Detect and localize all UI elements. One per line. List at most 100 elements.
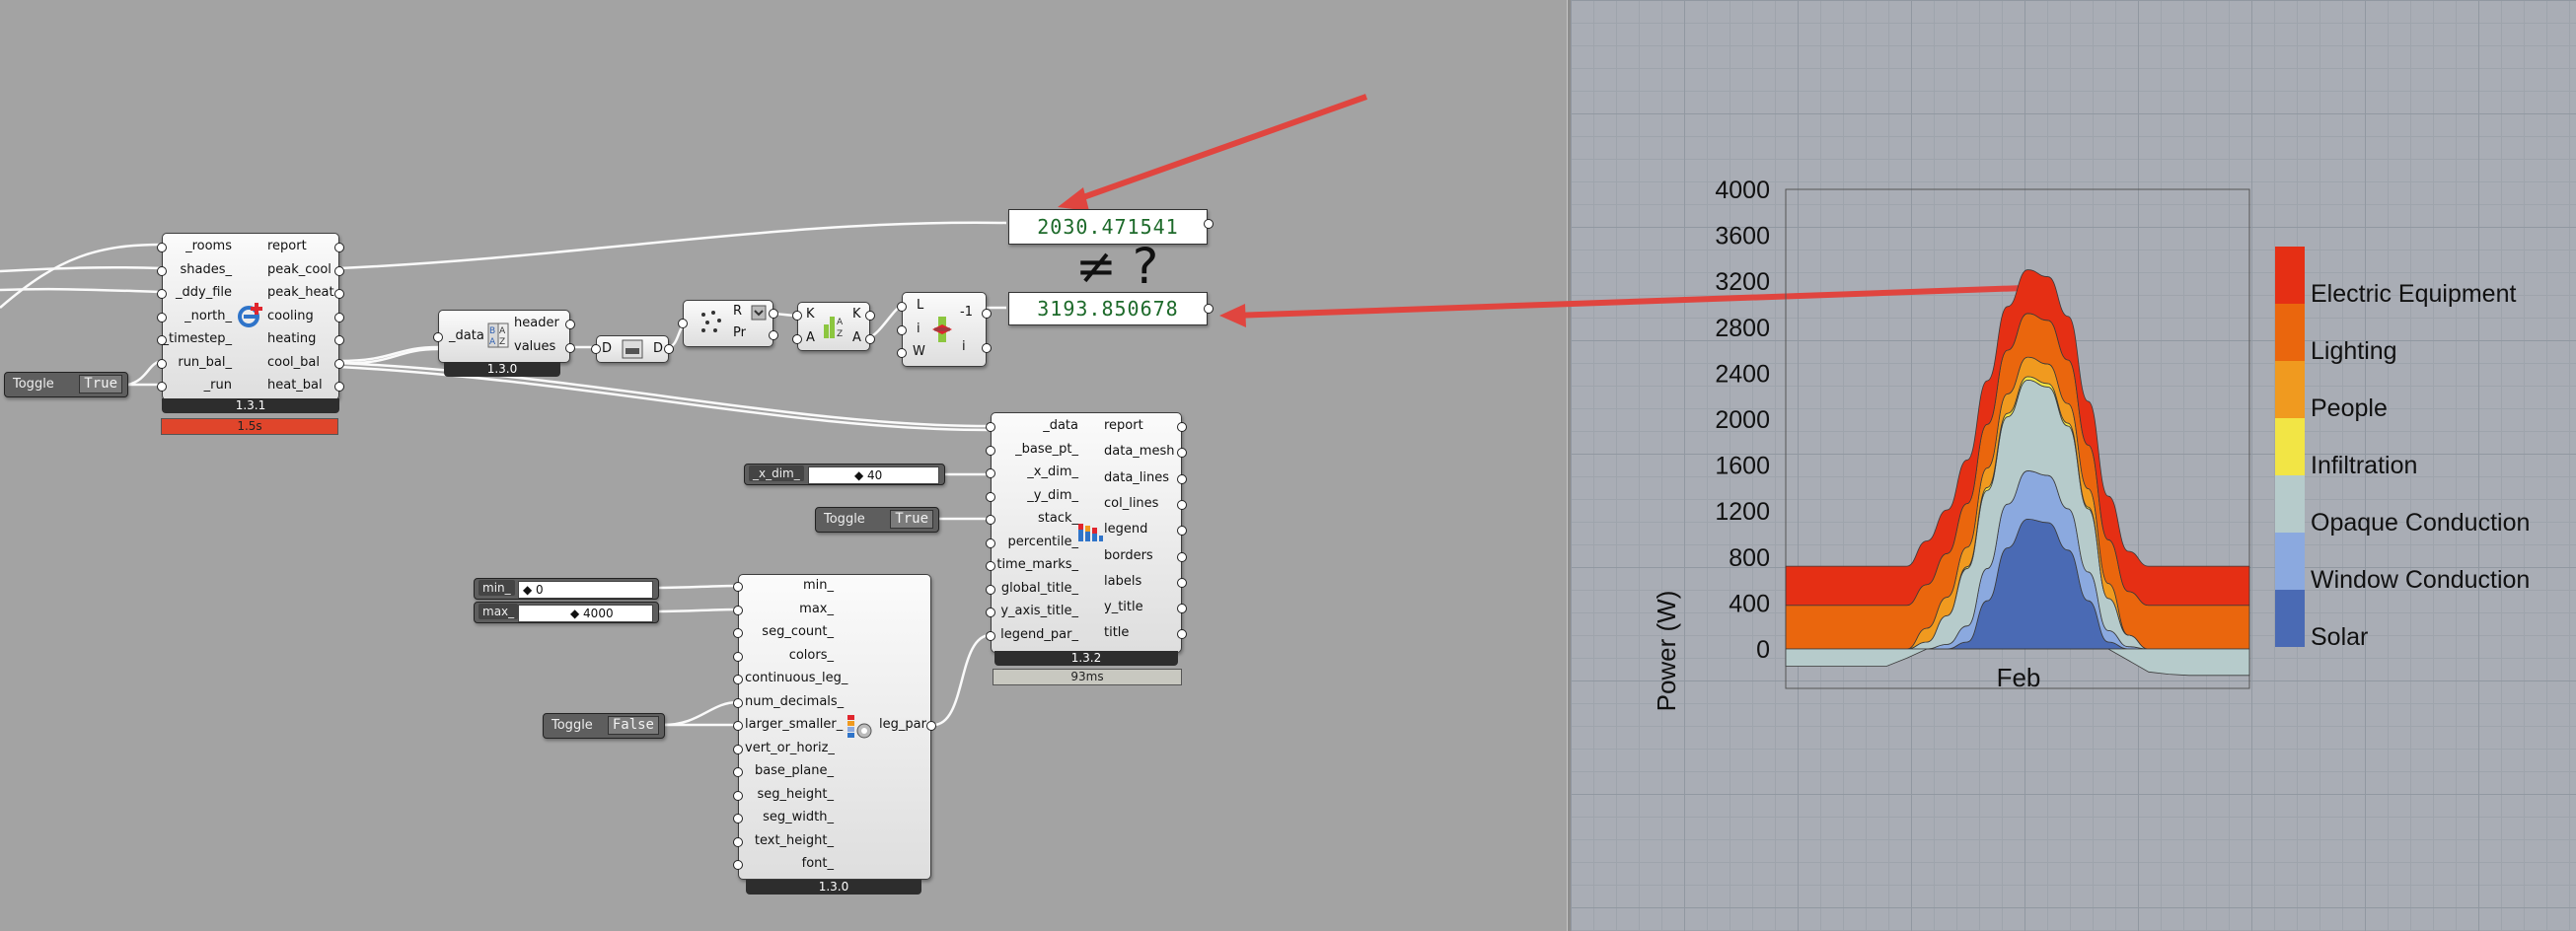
legend-par-input-port-5[interactable] bbox=[733, 697, 743, 708]
min-slider[interactable]: min_ ◆ 0 bbox=[474, 578, 659, 600]
load-balance-input-port-2[interactable] bbox=[157, 289, 167, 299]
flatten-output[interactable]: D bbox=[653, 342, 663, 356]
legend-par-input-port-10[interactable] bbox=[733, 814, 743, 824]
legend-par-component[interactable]: leg_par min_ max_ seg_count_ colors_ continu… bbox=[733, 574, 936, 880]
bounds-component[interactable]: R Pr bbox=[678, 300, 778, 347]
chart-output-6[interactable]: labels bbox=[1104, 574, 1141, 589]
chart-input-6[interactable]: time_marks_ bbox=[990, 558, 1078, 572]
load-balance-output-5[interactable]: cool_bal bbox=[267, 355, 320, 370]
load-balance-output-port-1[interactable] bbox=[334, 265, 344, 276]
load-balance-output-port-0[interactable] bbox=[334, 243, 344, 252]
legend-par-input-port-0[interactable] bbox=[733, 582, 743, 592]
sort-output-k[interactable]: K bbox=[852, 308, 861, 322]
sort-input-k[interactable]: K bbox=[806, 308, 815, 322]
stack-toggle-value[interactable]: True bbox=[890, 510, 933, 529]
legend-par-input-7[interactable]: vert_or_horiz_ bbox=[745, 741, 835, 755]
headers-input[interactable]: _data bbox=[449, 329, 484, 343]
legend-par-input-port-3[interactable] bbox=[733, 651, 743, 662]
load-balance-output-port-4[interactable] bbox=[334, 335, 344, 345]
load-balance-output-port-2[interactable] bbox=[334, 289, 344, 299]
headers-output-header[interactable]: header bbox=[514, 317, 559, 330]
stack-toggle[interactable]: Toggle True bbox=[815, 507, 939, 533]
chart-output-port-6[interactable] bbox=[1177, 577, 1187, 588]
legend-par-input-port-1[interactable] bbox=[733, 605, 743, 615]
sort-list-component[interactable]: K A K A AZ bbox=[792, 302, 875, 351]
chart-output-1[interactable]: data_mesh bbox=[1104, 445, 1174, 459]
load-balance-output-3[interactable]: cooling bbox=[267, 309, 314, 323]
load-balance-component[interactable]: _rooms shades_ _ddy_file _north_ _timestep_ r… bbox=[157, 233, 344, 400]
load-balance-input-port-5[interactable] bbox=[157, 358, 167, 369]
monthly-chart-component[interactable]: _data _base_pt_ _x_dim_ _y_dim_ stack_ percen… bbox=[986, 412, 1187, 653]
flatten-component[interactable]: D D bbox=[591, 335, 674, 363]
legend-par-input-9[interactable]: seg_height_ bbox=[745, 787, 834, 802]
legend-par-input-10[interactable]: seg_width_ bbox=[745, 811, 834, 824]
chart-input-port-0[interactable] bbox=[986, 422, 995, 432]
headers-output-values[interactable]: values bbox=[514, 340, 555, 354]
legend-par-input-port-12[interactable] bbox=[733, 860, 743, 870]
chart-input-port-5[interactable] bbox=[986, 537, 995, 548]
legend-par-input-12[interactable]: font_ bbox=[745, 857, 834, 871]
list-item-component[interactable]: L i W -1 i bbox=[897, 292, 992, 367]
list-item-output-i[interactable]: i bbox=[962, 340, 966, 354]
list-item-input-i[interactable]: i bbox=[917, 322, 920, 336]
chart-input-1[interactable]: _base_pt_ bbox=[990, 442, 1078, 457]
legend-par-input-6[interactable]: larger_smaller_ bbox=[745, 718, 843, 732]
load-balance-output-port-5[interactable] bbox=[334, 358, 344, 369]
flatten-input[interactable]: D bbox=[602, 342, 612, 356]
legend-par-input-0[interactable]: min_ bbox=[745, 579, 834, 593]
legend-par-input-8[interactable]: base_plane_ bbox=[745, 764, 834, 778]
legend-par-input-port-9[interactable] bbox=[733, 790, 743, 801]
chart-output-port-2[interactable] bbox=[1177, 473, 1187, 484]
legend-par-input-1[interactable]: max_ bbox=[745, 602, 834, 616]
max-slider[interactable]: max_ ◆ 4000 bbox=[474, 602, 659, 623]
min-slider-track[interactable]: ◆ 0 bbox=[518, 581, 653, 599]
chart-input-5[interactable]: percentile_ bbox=[990, 535, 1078, 549]
chart-input-port-8[interactable] bbox=[986, 608, 995, 617]
chevron-down-icon[interactable] bbox=[751, 305, 767, 321]
sort-output-a[interactable]: A bbox=[852, 331, 861, 345]
list-item-output-1[interactable]: -1 bbox=[960, 306, 973, 320]
chart-input-port-9[interactable] bbox=[986, 630, 995, 641]
load-balance-output-4[interactable]: heating bbox=[267, 332, 316, 346]
load-balance-output-6[interactable]: heat_bal bbox=[267, 379, 323, 393]
legend-par-input-port-2[interactable] bbox=[733, 628, 743, 638]
chart-input-port-7[interactable] bbox=[986, 584, 995, 595]
chart-input-0[interactable]: _data bbox=[990, 419, 1078, 433]
load-balance-output-1[interactable]: peak_cool bbox=[267, 262, 331, 277]
legend-par-input-2[interactable]: seg_count_ bbox=[745, 625, 834, 639]
chart-output-4[interactable]: legend bbox=[1104, 523, 1147, 537]
chart-output-5[interactable]: borders bbox=[1104, 548, 1153, 563]
bounds-input-pr[interactable]: Pr bbox=[733, 326, 746, 340]
chart-input-port-2[interactable] bbox=[986, 468, 995, 478]
load-balance-input-port-0[interactable] bbox=[157, 243, 167, 252]
chart-output-port-3[interactable] bbox=[1177, 499, 1187, 510]
larger-smaller-toggle-value[interactable]: False bbox=[607, 716, 659, 735]
chart-output-7[interactable]: y_title bbox=[1104, 601, 1143, 614]
x-dim-slider-track[interactable]: ◆ 40 bbox=[808, 466, 939, 484]
chart-output-0[interactable]: report bbox=[1104, 419, 1143, 433]
chart-output-8[interactable]: title bbox=[1104, 626, 1129, 640]
legend-par-input-11[interactable]: text_height_ bbox=[745, 833, 834, 848]
chart-output-port-5[interactable] bbox=[1177, 551, 1187, 562]
chart-input-2[interactable]: _x_dim_ bbox=[990, 466, 1078, 479]
larger-smaller-toggle[interactable]: Toggle False bbox=[543, 713, 665, 739]
chart-input-port-4[interactable] bbox=[986, 515, 995, 525]
legend-par-input-port-11[interactable] bbox=[733, 836, 743, 847]
load-balance-input-port-1[interactable] bbox=[157, 265, 167, 276]
legend-par-input-port-8[interactable] bbox=[733, 767, 743, 777]
x-dim-slider[interactable]: _x_dim_ ◆ 40 bbox=[744, 464, 945, 485]
chart-input-8[interactable]: y_axis_title_ bbox=[990, 605, 1078, 618]
deconstruct-data-component[interactable]: _data header values BA AZ bbox=[433, 310, 575, 363]
load-balance-output-port-3[interactable] bbox=[334, 312, 344, 322]
legend-par-input-5[interactable]: num_decimals_ bbox=[745, 694, 844, 709]
chart-output-2[interactable]: data_lines bbox=[1104, 470, 1169, 485]
chart-input-port-6[interactable] bbox=[986, 561, 995, 571]
chart-input-3[interactable]: _y_dim_ bbox=[990, 488, 1078, 503]
load-balance-input-port-6[interactable] bbox=[157, 382, 167, 392]
chart-output-port-0[interactable] bbox=[1177, 422, 1187, 432]
max-slider-track[interactable]: ◆ 4000 bbox=[518, 605, 653, 622]
chart-output-3[interactable]: col_lines bbox=[1104, 496, 1158, 511]
sort-input-a[interactable]: A bbox=[806, 331, 815, 345]
legend-par-input-4[interactable]: continuous_leg_ bbox=[745, 672, 847, 685]
list-item-panel[interactable]: 3193.850678 bbox=[1008, 292, 1208, 325]
